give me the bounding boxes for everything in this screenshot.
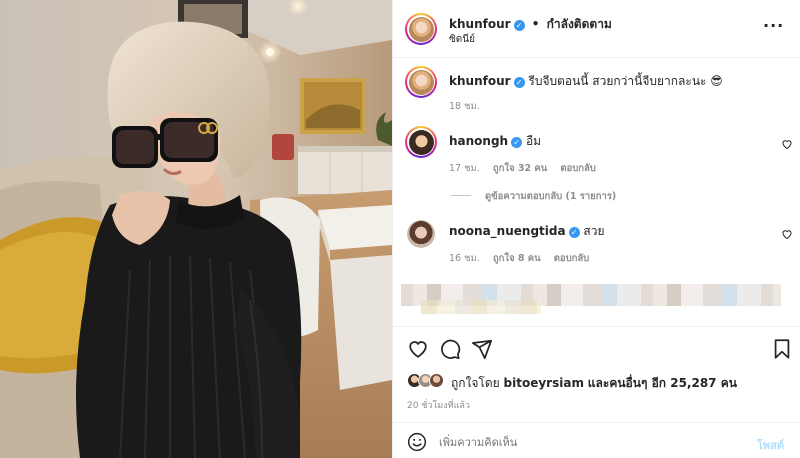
post-photo[interactable] [0, 0, 392, 458]
comment-avatar[interactable] [405, 126, 437, 158]
caption-row: khunfour ✓ รีบจีบตอนนี้ สวยกว่านี้จีบยากล… [449, 72, 723, 91]
comment-row: hanongh ✓ อืม [449, 132, 541, 151]
comment-text: อืม [525, 134, 542, 148]
liked-by-prefix: ถูกใจโดย [451, 376, 500, 390]
comment-time[interactable]: 16 ชม. [449, 253, 480, 264]
verified-badge-icon: ✓ [513, 20, 525, 31]
caption-time[interactable]: 18 ชม. [449, 99, 480, 114]
liked-by-user[interactable]: bitoeyrsiam [504, 376, 584, 390]
comment-box-divider [393, 422, 800, 423]
comment-like-heart-icon[interactable] [781, 228, 793, 240]
comment-likes[interactable]: ถูกใจ 8 คน [493, 253, 541, 264]
instagram-post-view: khunfour ✓ • กำลังติดตาม ซิดนีย์ ··· khun… [0, 0, 800, 458]
comment-username[interactable]: hanongh [449, 134, 508, 148]
reply-button[interactable]: ตอบกลับ [554, 253, 590, 264]
caption-text: รีบจีบตอนนี้ สวยกว่านี้จีบยากละนะ 😎 [528, 74, 723, 88]
liked-by-count[interactable]: และคนอื่นๆ อีก 25,287 คน [588, 376, 737, 390]
post-comment-button[interactable]: โพสต์ [757, 436, 784, 454]
liked-by-row: ถูกใจโดย bitoeyrsiam และคนอื่นๆ อีก 25,2… [451, 374, 737, 393]
comment-row: noona_nuengtida ✓ สวย [449, 222, 605, 241]
post-location[interactable]: ซิดนีย์ [449, 32, 475, 47]
comment-icon[interactable] [439, 338, 461, 360]
post-side-panel: khunfour ✓ • กำลังติดตาม ซิดนีย์ ··· khun… [392, 0, 800, 458]
comment-like-heart-icon[interactable] [781, 138, 793, 150]
comment-likes[interactable]: ถูกใจ 32 คน [493, 163, 547, 174]
caption-username[interactable]: khunfour [449, 74, 511, 88]
post-photo-illustration [0, 0, 392, 458]
follow-status[interactable]: กำลังติดตาม [547, 17, 612, 31]
posted-time[interactable]: 20 ชั่วโมงที่แล้ว [407, 398, 470, 412]
verified-badge-icon: ✓ [568, 227, 580, 238]
replies-line [451, 195, 471, 196]
action-divider [393, 326, 800, 327]
liker-avatar[interactable] [429, 373, 444, 388]
comment-avatar[interactable] [407, 220, 435, 248]
caption-avatar[interactable] [405, 66, 437, 98]
comment-input[interactable] [439, 432, 739, 452]
post-header: khunfour ✓ • กำลังติดตาม ซิดนีย์ ··· [393, 0, 800, 58]
separator-dot: • [531, 17, 540, 31]
author-username[interactable]: khunfour [449, 17, 511, 31]
comment-username[interactable]: noona_nuengtida [449, 224, 566, 238]
emoji-icon[interactable] [407, 432, 427, 452]
verified-badge-icon: ✓ [511, 137, 523, 148]
comment-time[interactable]: 17 ชม. [449, 163, 480, 174]
comment-meta: 17 ชม. ถูกใจ 32 คน ตอบกลับ [449, 161, 596, 176]
bookmark-icon[interactable] [771, 338, 793, 360]
author-avatar[interactable] [405, 13, 437, 45]
reply-button[interactable]: ตอบกลับ [560, 163, 596, 174]
comment-text: สวย [583, 224, 605, 238]
paper-plane-icon[interactable] [471, 338, 493, 360]
comment-meta: 16 ชม. ถูกใจ 8 คน ตอบกลับ [449, 251, 589, 266]
heart-icon[interactable] [407, 338, 429, 360]
censored-comment-detail [421, 300, 541, 314]
view-replies-button[interactable]: ดูข้อความตอบกลับ (1 รายการ) [485, 189, 616, 204]
verified-badge-icon: ✓ [513, 77, 525, 88]
more-options-icon[interactable]: ··· [763, 16, 784, 35]
